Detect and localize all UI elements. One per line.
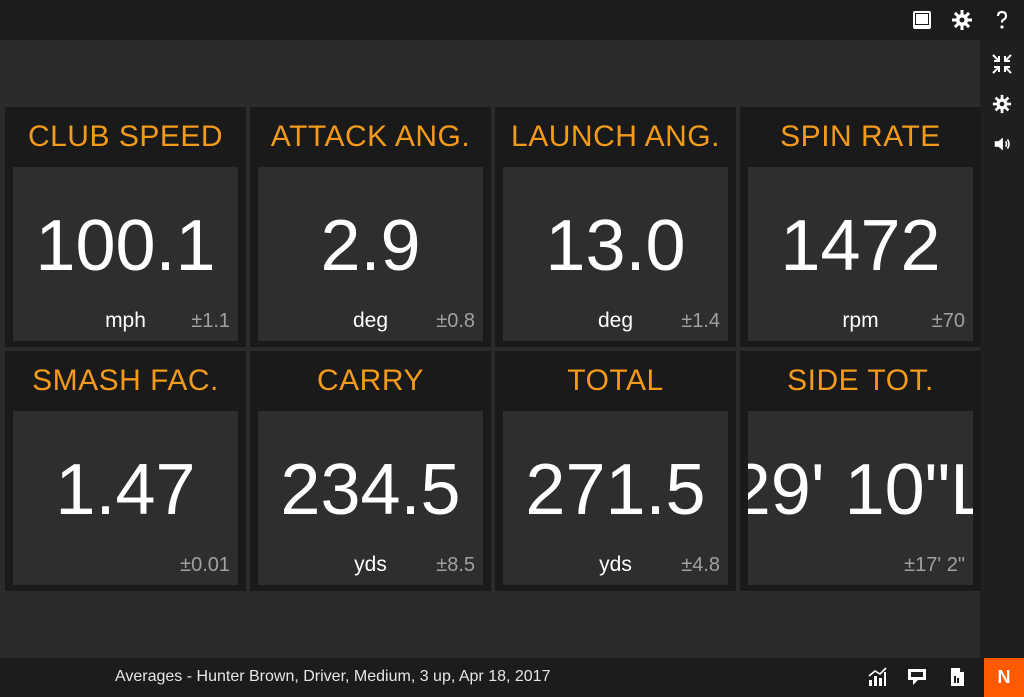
tile-value: 1472 bbox=[780, 206, 941, 286]
comment-icon[interactable] bbox=[902, 662, 932, 692]
brand-button[interactable]: N bbox=[984, 658, 1024, 697]
tile-value: 29' 10"L bbox=[748, 450, 973, 530]
tile-body: 100.1 mph ±1.1 bbox=[13, 167, 238, 341]
document-icon[interactable] bbox=[942, 662, 972, 692]
tile-deviation: ±17' 2" bbox=[904, 554, 965, 576]
tile-label: TOTAL bbox=[567, 364, 664, 397]
status-bar: Averages - Hunter Brown, Driver, Medium,… bbox=[0, 658, 1024, 697]
tile-label: SIDE TOT. bbox=[787, 364, 934, 397]
tile-label: SMASH FAC. bbox=[32, 364, 219, 397]
tile-value: 271.5 bbox=[525, 450, 706, 530]
tile-label: CARRY bbox=[317, 364, 424, 397]
tile-body: 2.9 deg ±0.8 bbox=[258, 167, 483, 341]
app-window: CLUB SPEED 100.1 mph ±1.1 ATTACK ANG. 2.… bbox=[0, 0, 1024, 697]
tile-label: SPIN RATE bbox=[780, 120, 941, 153]
tile-label: LAUNCH ANG. bbox=[511, 120, 720, 153]
collapse-icon[interactable] bbox=[984, 46, 1020, 82]
tile-deviation: ±1.4 bbox=[681, 310, 720, 332]
tile-body: 271.5 yds ±4.8 bbox=[503, 411, 728, 585]
tile-deviation: ±0.8 bbox=[436, 310, 475, 332]
tile-carry[interactable]: CARRY 234.5 yds ±8.5 bbox=[250, 351, 491, 591]
tile-spin-rate[interactable]: SPIN RATE 1472 rpm ±70 bbox=[740, 107, 981, 347]
tile-value: 2.9 bbox=[320, 206, 421, 286]
top-bar bbox=[0, 0, 1024, 40]
chart-icon[interactable] bbox=[862, 662, 892, 692]
tile-value: 1.47 bbox=[55, 450, 196, 530]
tile-deviation: ±8.5 bbox=[436, 554, 475, 576]
tile-value: 13.0 bbox=[545, 206, 686, 286]
tile-club-speed[interactable]: CLUB SPEED 100.1 mph ±1.1 bbox=[5, 107, 246, 347]
tile-label: CLUB SPEED bbox=[27, 120, 224, 153]
tile-value: 234.5 bbox=[280, 450, 461, 530]
tile-body: 29' 10"L ±17' 2" bbox=[748, 411, 973, 585]
tile-side-total[interactable]: SIDE TOT. 29' 10"L ±17' 2" bbox=[740, 351, 981, 591]
notes-icon[interactable] bbox=[906, 6, 938, 34]
tile-attack-angle[interactable]: ATTACK ANG. 2.9 deg ±0.8 bbox=[250, 107, 491, 347]
tile-body: 13.0 deg ±1.4 bbox=[503, 167, 728, 341]
tile-total[interactable]: TOTAL 271.5 yds ±4.8 bbox=[495, 351, 736, 591]
help-icon[interactable] bbox=[986, 6, 1018, 34]
tile-deviation: ±70 bbox=[931, 310, 965, 332]
tile-launch-angle[interactable]: LAUNCH ANG. 13.0 deg ±1.4 bbox=[495, 107, 736, 347]
tile-body: 1472 rpm ±70 bbox=[748, 167, 973, 341]
tile-body: 234.5 yds ±8.5 bbox=[258, 411, 483, 585]
tile-deviation: ±4.8 bbox=[681, 554, 720, 576]
tile-deviation: ±0.01 bbox=[180, 554, 230, 576]
tile-deviation: ±1.1 bbox=[191, 310, 230, 332]
gear-icon[interactable] bbox=[946, 6, 978, 34]
top-toolbar bbox=[906, 6, 1018, 34]
tile-smash-factor[interactable]: SMASH FAC. 1.47 ±0.01 bbox=[5, 351, 246, 591]
metrics-grid: CLUB SPEED 100.1 mph ±1.1 ATTACK ANG. 2.… bbox=[5, 107, 981, 593]
side-toolbar bbox=[980, 40, 1024, 658]
volume-icon[interactable] bbox=[984, 126, 1020, 162]
gear-icon[interactable] bbox=[984, 86, 1020, 122]
side-icons bbox=[980, 46, 1024, 162]
tile-value: 100.1 bbox=[35, 206, 216, 286]
tile-body: 1.47 ±0.01 bbox=[13, 411, 238, 585]
status-text: Averages - Hunter Brown, Driver, Medium,… bbox=[115, 668, 551, 685]
bottom-toolbar bbox=[862, 662, 972, 692]
tile-label: ATTACK ANG. bbox=[270, 120, 471, 153]
